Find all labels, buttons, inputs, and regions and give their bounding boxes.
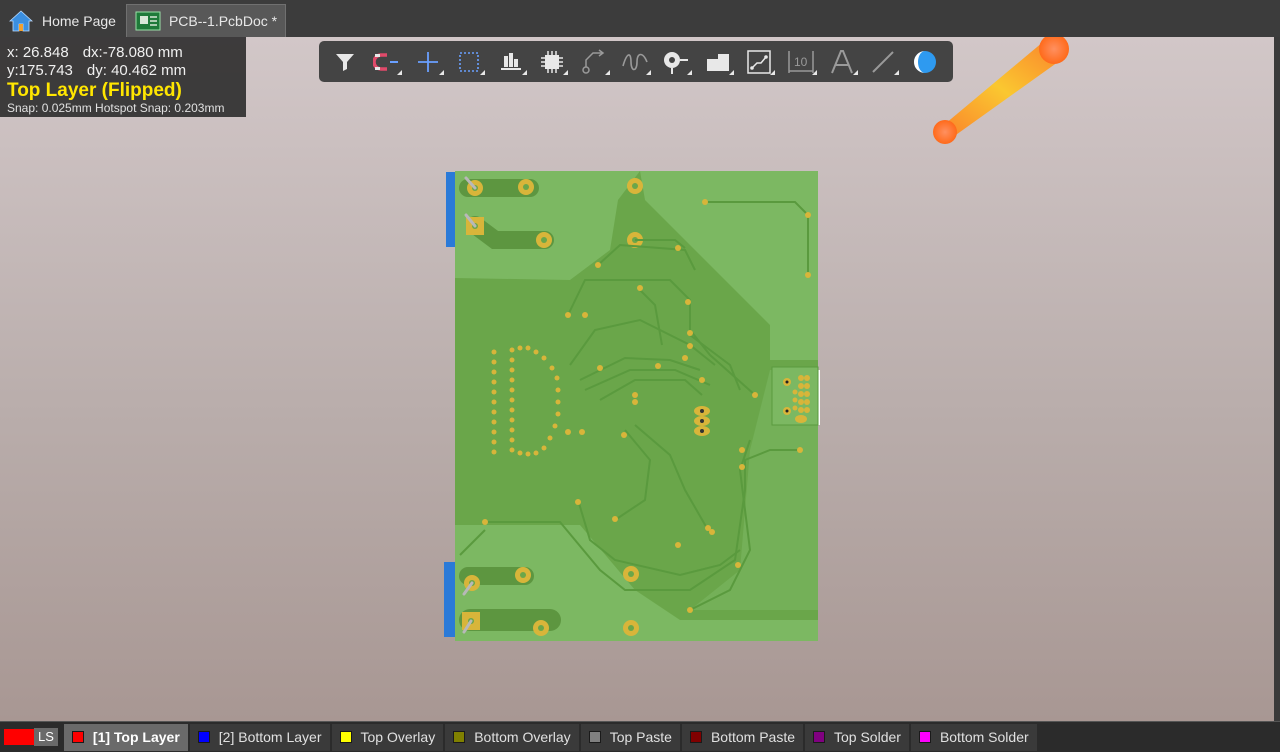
hud-x: x: 26.848 xyxy=(7,44,69,61)
place-via-button[interactable] xyxy=(660,46,693,78)
diff-pair-button[interactable] xyxy=(743,46,776,78)
tab-label: PCB--1.PcbDoc * xyxy=(168,13,278,29)
text-icon xyxy=(831,49,853,73)
layer-tab-label: [1] Top Layer xyxy=(92,729,180,745)
layer-tab-bottom-paste[interactable]: Bottom Paste xyxy=(681,723,803,751)
layer-tab-top-solder[interactable]: Top Solder xyxy=(805,723,909,751)
layer-color-swatch xyxy=(339,731,352,743)
hud-dx: dx:-78.080 mm xyxy=(82,44,183,61)
layer-color-swatch xyxy=(918,731,931,743)
filter-icon xyxy=(336,53,354,71)
document-tab-bar: Home Page PCB--1.PcbDoc * xyxy=(0,0,1280,37)
tab-label: Home Page xyxy=(42,12,116,29)
tab-home-page[interactable]: Home Page xyxy=(0,4,124,37)
snap-magnet-icon xyxy=(373,52,399,71)
snap-button[interactable] xyxy=(370,46,403,78)
align-icon xyxy=(500,52,521,70)
layer-toggle-icon xyxy=(913,50,936,73)
svg-text:10: 10 xyxy=(794,55,808,69)
usb-connector-footprint xyxy=(771,366,819,426)
transistor-footprint xyxy=(694,406,710,436)
layer-color-swatch xyxy=(813,731,825,743)
layer-tab-label: Bottom Overlay xyxy=(474,729,571,745)
current-layer-swatch xyxy=(4,729,34,745)
align-button[interactable] xyxy=(495,46,527,78)
hud-current-layer: Top Layer (Flipped) xyxy=(7,80,182,101)
layer-tab-label: [2] Bottom Layer xyxy=(218,729,322,745)
layer-color-swatch xyxy=(588,731,601,743)
tune-length-button[interactable] xyxy=(619,46,651,78)
layer-color-swatch xyxy=(453,731,466,743)
place-text-button[interactable] xyxy=(826,46,859,78)
layer-set-label: LS xyxy=(34,728,58,746)
layer-tab-bar: LS [1] Top Layer [2] Bottom Layer Top Ov… xyxy=(0,721,1280,752)
via-icon xyxy=(664,51,689,74)
layer-color-swatch xyxy=(71,731,84,743)
hud-snap-info: Snap: 0.025mm Hotspot Snap: 0.203mm xyxy=(7,101,225,115)
pcb-doc-icon xyxy=(135,9,161,33)
move-cross-icon xyxy=(417,51,438,72)
route-icon xyxy=(581,48,604,74)
polygon-fill-icon xyxy=(706,53,729,71)
diff-pair-icon xyxy=(747,49,771,74)
route-button[interactable] xyxy=(578,46,610,78)
active-bar-toolbar: 10 xyxy=(319,41,953,82)
line-icon xyxy=(872,50,895,73)
layer-tab-top-overlay[interactable]: Top Overlay xyxy=(331,723,444,751)
dimension-button[interactable]: 10 xyxy=(785,46,817,78)
layer-toggle-button[interactable] xyxy=(909,46,941,78)
hud-y: y:175.743 xyxy=(7,62,73,79)
layer-tab-label: Bottom Solder xyxy=(939,729,1029,745)
place-line-button[interactable] xyxy=(867,46,900,78)
layer-tab-label: Bottom Paste xyxy=(710,729,795,745)
tab-pcb-document[interactable]: PCB--1.PcbDoc * xyxy=(125,4,287,37)
tune-length-icon xyxy=(622,53,648,70)
connector-top-left xyxy=(446,172,455,247)
layer-set-button[interactable]: LS xyxy=(4,727,58,747)
layer-tab-top-paste[interactable]: Top Paste xyxy=(580,723,680,751)
filter-button[interactable] xyxy=(329,46,361,78)
layer-tab-bottom-overlay[interactable]: Bottom Overlay xyxy=(445,723,579,751)
layer-tab-bottom-layer[interactable]: [2] Bottom Layer xyxy=(189,723,330,751)
layer-tab-label: Top Overlay xyxy=(360,729,436,745)
layer-tab-bottom-solder[interactable]: Bottom Solder xyxy=(910,723,1037,751)
layer-color-swatch xyxy=(689,731,702,743)
layer-tab-label: Top Paste xyxy=(609,729,672,745)
home-icon xyxy=(8,9,34,33)
pcb-board[interactable] xyxy=(440,170,825,645)
select-rect-icon xyxy=(459,51,480,72)
coordinate-hud: x: 26.848 dx:-78.080 mm y:175.743 dy: 40… xyxy=(0,37,246,117)
move-button[interactable] xyxy=(412,46,444,78)
layer-color-swatch xyxy=(197,731,210,743)
connector-bottom-left xyxy=(444,562,455,637)
dimension-icon: 10 xyxy=(787,50,814,73)
hud-dy: dy: 40.462 mm xyxy=(86,62,187,79)
polygon-pour-button[interactable] xyxy=(702,46,734,78)
place-component-button[interactable] xyxy=(536,46,569,78)
select-button[interactable] xyxy=(453,46,486,78)
layer-tab-top-layer[interactable]: [1] Top Layer xyxy=(63,723,188,751)
vertical-scrollbar[interactable] xyxy=(1274,37,1280,721)
component-icon xyxy=(541,50,564,73)
layer-tab-label: Top Solder xyxy=(834,729,901,745)
